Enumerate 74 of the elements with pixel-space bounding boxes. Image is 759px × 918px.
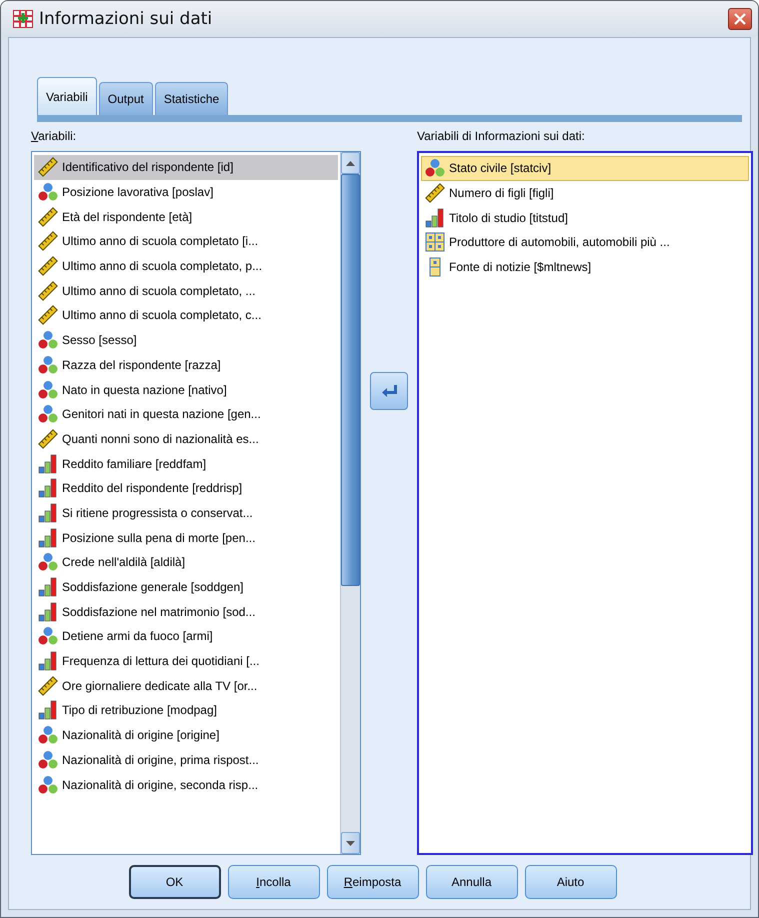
dialog-button[interactable]: Reimposta <box>326 865 418 899</box>
window-title: Informazioni sui dati <box>39 9 214 29</box>
list-label: Variabili di Informazioni sui dati: <box>417 128 586 145</box>
variable-item[interactable]: Produttore di automobili, automobili più ... <box>421 230 749 255</box>
tab[interactable]: Variabili <box>37 77 97 115</box>
variable-item[interactable]: Ultimo anno di scuola completato, c... <box>34 303 338 328</box>
table-plus-icon <box>13 10 33 28</box>
three-balls-icon <box>38 404 58 424</box>
three-balls-icon <box>38 750 58 770</box>
three-balls-icon <box>38 182 58 202</box>
variable-item[interactable]: Fonte di notizie [$mltnews] <box>421 254 749 280</box>
variable-list[interactable] <box>31 151 361 855</box>
variable-item[interactable]: Sesso [sesso] <box>34 328 338 352</box>
variable-item[interactable]: Titolo di studio [titstud] <box>421 205 749 230</box>
tab[interactable]: Statistiche <box>154 82 228 115</box>
tab[interactable]: Output <box>98 82 153 115</box>
dialog-button[interactable]: OK <box>128 865 220 899</box>
bar-chart-icon <box>38 577 58 598</box>
variable-item[interactable]: Età del rispondente [età] <box>34 204 338 230</box>
variable-list[interactable]: Stato civile [statciv] Numero di figli [figli] Titolo di studio [titstud] Produttore di automobili, automobili più ... Fonte di notizie [$mltnews] <box>417 151 753 855</box>
variable-item[interactable]: Soddisfazione generale [soddgen] <box>34 574 338 600</box>
three-balls-icon <box>425 158 445 178</box>
variable-item[interactable]: Ultimo anno di scuola completato, ... <box>34 278 338 304</box>
variable-item[interactable]: Detiene armi da fuoco [armi] <box>34 624 338 649</box>
bar-chart-icon <box>38 700 58 720</box>
scrollbar-thumb[interactable] <box>341 174 360 586</box>
close-icon <box>734 13 746 25</box>
scroll-up-icon[interactable] <box>341 152 360 174</box>
variable-item[interactable]: Ultimo anno di scuola completato [i... <box>34 229 338 254</box>
variable-item[interactable]: Tipo di retribuzione [modpag] <box>34 698 338 723</box>
return-arrow-icon <box>381 384 397 398</box>
bar-chart-icon <box>425 208 445 228</box>
variable-item[interactable]: Ultimo anno di scuola completato, p... <box>34 254 338 278</box>
bar-chart-icon <box>38 602 58 622</box>
scrollbar[interactable] <box>340 152 360 854</box>
three-balls-icon <box>38 330 58 350</box>
variable-item[interactable]: Soddisfazione nel matrimonio [sod... <box>34 599 338 624</box>
bar-chart-icon <box>38 528 58 548</box>
variable-item[interactable]: Nazionalità di origine, prima rispost... <box>34 748 338 772</box>
variable-item[interactable]: Posizione sulla pena di morte [pen... <box>34 525 338 550</box>
dialog-button[interactable]: Incolla <box>228 865 320 899</box>
scroll-down-icon[interactable] <box>341 832 360 854</box>
variable-item[interactable]: Identificativo del rispondente [id] <box>34 155 338 180</box>
three-balls-icon <box>38 354 58 375</box>
bar-chart-icon <box>38 454 58 474</box>
variable-item[interactable]: Reddito del rispondente [reddrisp] <box>34 476 338 501</box>
variable-item[interactable]: Posizione lavorativa [poslav] <box>34 180 338 204</box>
bar-chart-icon <box>38 478 58 498</box>
variable-item[interactable]: Numero di figli [figli] <box>421 180 749 206</box>
three-balls-icon <box>38 552 58 572</box>
variable-item[interactable]: Nato in questa nazione [nativo] <box>34 377 338 402</box>
variable-item[interactable]: Crede nell'aldilà [aldilà] <box>34 550 338 575</box>
variable-item[interactable]: Reddito familiare [reddfam] <box>34 451 338 476</box>
bar-chart-icon <box>38 651 58 672</box>
variable-item[interactable]: Quanti nonni sono di nazionalità es... <box>34 426 338 452</box>
grid-squares-icon <box>425 232 445 252</box>
variable-item[interactable]: Nazionalità di origine, seconda risp... <box>34 772 338 797</box>
three-balls-icon <box>38 380 58 400</box>
variable-item[interactable]: Ore giornaliere dedicate alla TV [or... <box>34 673 338 698</box>
variable-item[interactable]: Genitori nati in questa nazione [gen... <box>34 402 338 427</box>
close-button[interactable] <box>728 8 752 30</box>
three-balls-icon <box>38 626 58 646</box>
dialog-button[interactable]: Aiuto <box>524 865 616 899</box>
three-balls-icon <box>38 774 58 795</box>
variable-item[interactable]: Razza del rispondente [razza] <box>34 352 338 378</box>
list-label: Variabili: <box>31 128 78 145</box>
variable-item[interactable]: Stato civile [statciv] <box>421 156 749 181</box>
bar-chart-icon <box>38 502 58 523</box>
variable-item[interactable]: Si ritiene progressista o conservat... <box>34 500 338 526</box>
three-balls-icon <box>38 725 58 746</box>
variable-item[interactable]: Frequenza di lettura dei quotidiani [... <box>34 648 338 674</box>
move-arrow-button[interactable] <box>370 372 408 410</box>
dialog-button[interactable]: Annulla <box>426 865 518 899</box>
variable-item[interactable]: Nazionalità di origine [origine] <box>34 722 338 748</box>
